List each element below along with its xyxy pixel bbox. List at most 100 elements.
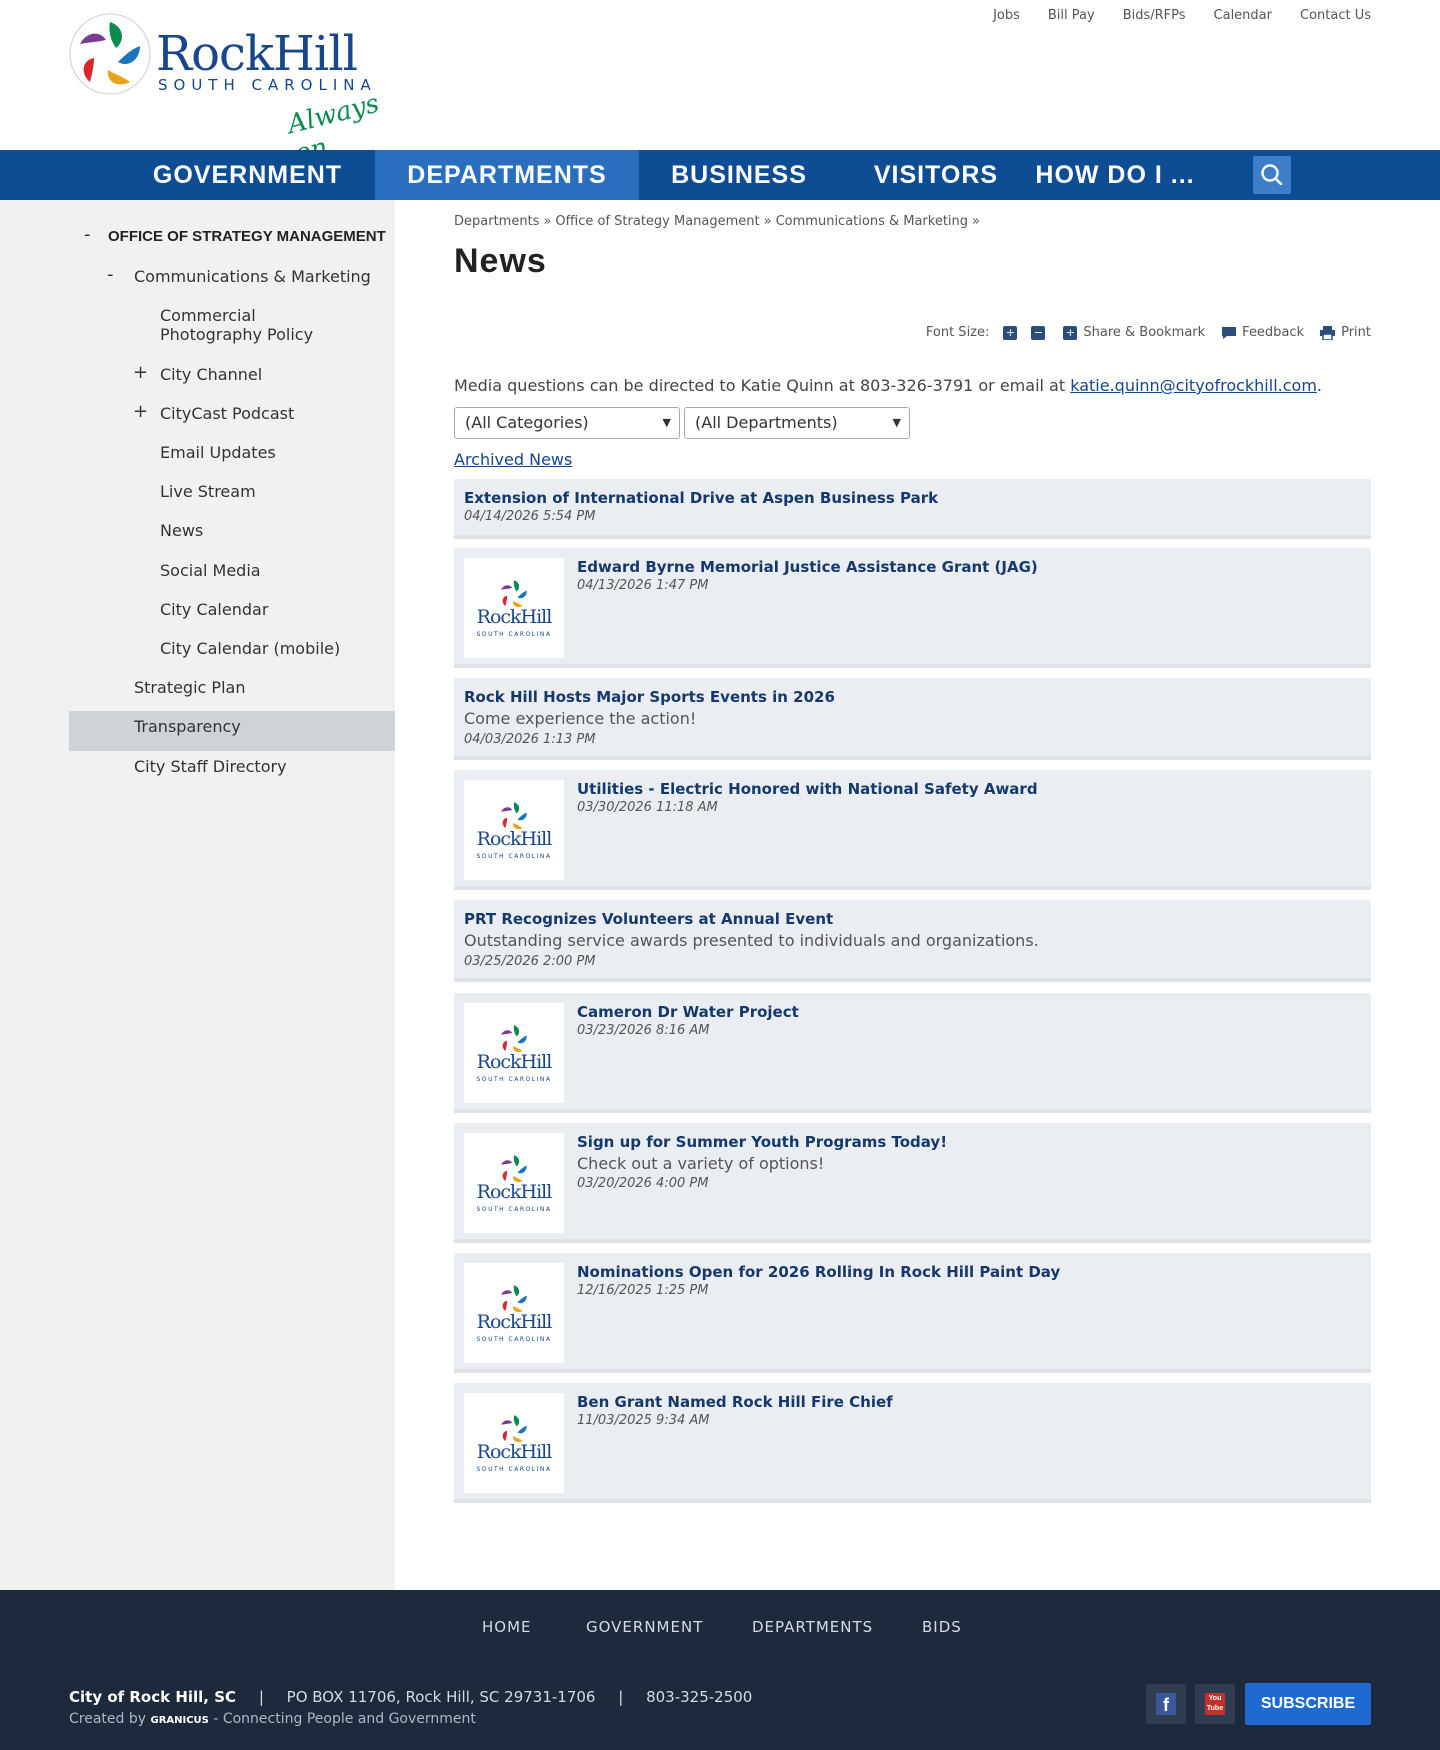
media-email-link[interactable]: katie.quinn@cityofrockhill.com (1070, 376, 1317, 395)
news-title[interactable]: PRT Recognizes Volunteers at Annual Even… (464, 910, 833, 928)
news-title[interactable]: Sign up for Summer Youth Programs Today! (577, 1133, 947, 1151)
news-title[interactable]: Nominations Open for 2026 Rolling In Roc… (577, 1263, 1060, 1281)
expand-icon[interactable]: + (133, 401, 148, 422)
nav-government[interactable]: GOVERNMENT (120, 150, 375, 200)
footer-separator: | (258, 1688, 264, 1706)
search-button[interactable] (1253, 156, 1291, 194)
footer-link-bids[interactable]: BIDS (922, 1618, 962, 1636)
breadcrumb-link[interactable]: Office of Strategy Management (555, 214, 759, 229)
news-item[interactable]: RockHill SOUTH CAROLINA Sign up for Summ… (454, 1123, 1371, 1243)
news-item[interactable]: RockHill SOUTH CAROLINA Edward Byrne Mem… (454, 548, 1371, 668)
font-increase-button[interactable]: + (1003, 325, 1018, 340)
news-date: 03/20/2026 4:00 PM (577, 1176, 709, 1191)
news-title[interactable]: Extension of International Drive at Aspe… (464, 489, 938, 507)
category-select[interactable]: (All Categories) ▼ (454, 407, 680, 439)
footer-contact-info: City of Rock Hill, SC | PO BOX 11706, Ro… (69, 1688, 752, 1706)
news-title[interactable]: Cameron Dr Water Project (577, 1003, 799, 1021)
flower-logo-icon (69, 13, 151, 95)
nav-business[interactable]: BUSINESS (639, 150, 839, 200)
page-tools: Font Size: + − + Share & Bookmark Feedba… (926, 325, 1371, 340)
news-description: Outstanding service awards presented to … (464, 931, 1039, 950)
share-bookmark-button[interactable]: + Share & Bookmark (1063, 325, 1205, 340)
sidebar-item-citycast-podcast[interactable]: CityCast Podcast (160, 404, 294, 423)
sidebar-item-communications[interactable]: Communications & Marketing (134, 267, 371, 286)
media-contact-end: . (1316, 376, 1322, 395)
youtube-button[interactable]: You Tube (1195, 1684, 1235, 1724)
collapse-icon[interactable]: - (107, 264, 114, 285)
facebook-button[interactable]: f (1146, 1684, 1186, 1724)
archived-news-link[interactable]: Archived News (454, 450, 572, 469)
granicus-link[interactable]: GRANICUS (150, 1715, 208, 1726)
thumb-subtitle: SOUTH CAROLINA (476, 1206, 552, 1213)
news-thumbnail[interactable]: RockHill SOUTH CAROLINA (464, 1393, 564, 1493)
collapse-icon[interactable]: - (84, 224, 91, 245)
util-link-bill-pay[interactable]: Bill Pay (1048, 8, 1095, 23)
main-nav: GOVERNMENT DEPARTMENTS BUSINESS VISITORS… (0, 150, 1440, 200)
sidebar-item-transparency[interactable]: Transparency (134, 717, 241, 736)
news-item[interactable]: RockHill SOUTH CAROLINA Nominations Open… (454, 1253, 1371, 1373)
footer-link-home[interactable]: HOME (482, 1618, 532, 1636)
news-item[interactable]: RockHill SOUTH CAROLINA Utilities - Elec… (454, 770, 1371, 890)
news-thumbnail[interactable]: RockHill SOUTH CAROLINA (464, 1263, 564, 1363)
util-link-jobs[interactable]: Jobs (993, 8, 1020, 23)
print-button[interactable]: Print (1320, 325, 1371, 340)
news-title[interactable]: Utilities - Electric Honored with Nation… (577, 780, 1038, 798)
news-date: 12/16/2025 1:25 PM (577, 1283, 709, 1298)
feedback-button[interactable]: Feedback (1221, 325, 1304, 340)
sidebar-item-photography-policy[interactable]: Commercial Photography Policy (160, 306, 360, 344)
breadcrumb-link[interactable]: Departments (454, 214, 539, 229)
thumb-subtitle: SOUTH CAROLINA (476, 853, 552, 860)
font-decrease-button[interactable]: − (1031, 325, 1046, 340)
nav-visitors[interactable]: VISITORS (862, 150, 1010, 200)
sidebar-item-staff-directory[interactable]: City Staff Directory (134, 757, 287, 776)
util-link-contact[interactable]: Contact Us (1300, 8, 1371, 23)
nav-how-do-i[interactable]: HOW DO I ... (1030, 150, 1200, 200)
breadcrumb-separator: » (543, 214, 552, 229)
thumb-subtitle: SOUTH CAROLINA (476, 631, 552, 638)
nav-departments[interactable]: DEPARTMENTS (375, 150, 639, 200)
news-item[interactable]: Rock Hill Hosts Major Sports Events in 2… (454, 678, 1371, 760)
expand-icon[interactable]: + (133, 362, 148, 383)
sidebar-title[interactable]: OFFICE OF STRATEGY MANAGEMENT (108, 228, 386, 245)
news-date: 11/03/2025 9:34 AM (577, 1413, 710, 1428)
news-title[interactable]: Rock Hill Hosts Major Sports Events in 2… (464, 688, 835, 706)
thumb-wordmark: RockHill (476, 1051, 553, 1073)
util-link-calendar[interactable]: Calendar (1214, 8, 1272, 23)
news-date: 03/25/2026 2:00 PM (464, 954, 596, 969)
news-thumbnail[interactable]: RockHill SOUTH CAROLINA (464, 558, 564, 658)
media-contact-text: Media questions can be directed to Katie… (454, 376, 1322, 395)
sidebar-item-city-calendar[interactable]: City Calendar (160, 600, 268, 619)
news-title[interactable]: Edward Byrne Memorial Justice Assistance… (577, 558, 1038, 576)
sidebar-item-city-calendar-mobile[interactable]: City Calendar (mobile) (160, 639, 340, 658)
breadcrumb-link[interactable]: Communications & Marketing (776, 214, 968, 229)
news-item[interactable]: RockHill SOUTH CAROLINA Cameron Dr Water… (454, 993, 1371, 1113)
news-item[interactable]: RockHill SOUTH CAROLINA Ben Grant Named … (454, 1383, 1371, 1503)
sidebar-item-live-stream[interactable]: Live Stream (160, 482, 256, 501)
thumb-wordmark: RockHill (476, 1441, 553, 1463)
feedback-label: Feedback (1242, 325, 1305, 340)
breadcrumb-separator: » (763, 214, 772, 229)
sidebar-item-strategic-plan[interactable]: Strategic Plan (134, 678, 245, 697)
news-thumbnail[interactable]: RockHill SOUTH CAROLINA (464, 780, 564, 880)
news-item[interactable]: PRT Recognizes Volunteers at Annual Even… (454, 900, 1371, 982)
thumb-subtitle: SOUTH CAROLINA (476, 1466, 552, 1473)
thumb-wordmark: RockHill (476, 1181, 553, 1203)
sidebar-item-email-updates[interactable]: Email Updates (160, 443, 276, 462)
department-select[interactable]: (All Departments) ▼ (684, 407, 910, 439)
news-item[interactable]: Extension of International Drive at Aspe… (454, 479, 1371, 539)
sidebar-item-news[interactable]: News (160, 521, 203, 540)
news-description: Check out a variety of options! (577, 1154, 825, 1173)
news-thumbnail[interactable]: RockHill SOUTH CAROLINA (464, 1133, 564, 1233)
sidebar-item-social-media[interactable]: Social Media (160, 561, 261, 580)
site-logo[interactable]: RockHill SOUTH CAROLINA Always on. (68, 12, 424, 169)
print-label: Print (1341, 325, 1371, 340)
news-title[interactable]: Ben Grant Named Rock Hill Fire Chief (577, 1393, 893, 1411)
footer-link-departments[interactable]: DEPARTMENTS (752, 1618, 873, 1636)
sidebar-item-city-channel[interactable]: City Channel (160, 365, 262, 384)
util-link-bids[interactable]: Bids/RFPs (1123, 8, 1186, 23)
subscribe-button[interactable]: SUBSCRIBE (1245, 1683, 1371, 1725)
footer-link-government[interactable]: GOVERNMENT (586, 1618, 703, 1636)
news-thumbnail[interactable]: RockHill SOUTH CAROLINA (464, 1003, 564, 1103)
news-date: 04/14/2026 5:54 PM (464, 509, 596, 524)
share-bookmark-label: Share & Bookmark (1083, 325, 1206, 340)
